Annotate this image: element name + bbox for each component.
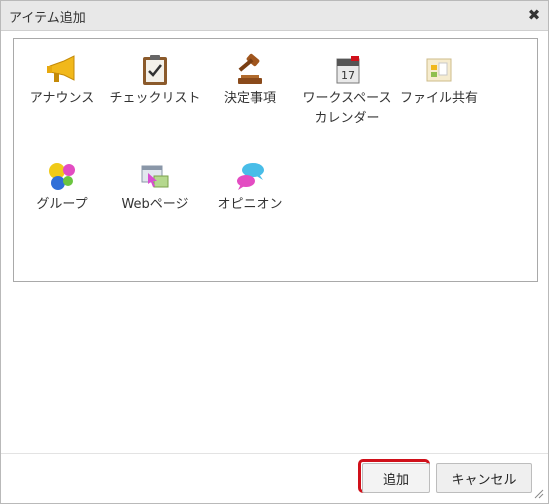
add-button[interactable]: 追加 [362,463,430,493]
close-icon[interactable]: ✖ [526,7,542,23]
item-label: オピニオン [217,197,283,212]
checklist-icon [143,55,167,85]
item-label: 決定事項 [223,91,276,106]
svg-text:17: 17 [341,69,355,82]
add-item-dialog: アイテム追加 ✖ アナウンス チェックリスト 決定事項 17 ワークスペースカレ… [0,0,549,504]
cancel-button[interactable]: キャンセル [436,463,532,493]
webpage-icon [141,165,169,188]
item-checklist[interactable]: チェックリスト [109,53,201,109]
item-announcement[interactable]: アナウンス [16,53,108,109]
item-file-share[interactable]: ファイル共有 [393,53,485,109]
item-webpage[interactable]: Webページ [109,159,201,215]
dialog-title: アイテム追加 [9,11,86,26]
item-label: チェックリスト [109,91,201,106]
item-label: アナウンス [29,91,95,106]
item-workspace-calendar[interactable]: 17 ワークスペースカレンダー [301,53,393,129]
item-group[interactable]: グループ [16,159,108,215]
calendar-icon: 17 [336,56,360,84]
resize-grip-icon[interactable] [532,487,544,499]
item-label: グループ [36,197,88,212]
megaphone-icon [47,55,75,82]
item-label: Webページ [121,197,189,212]
folder-icon [426,58,452,82]
item-opinion[interactable]: オピニオン [204,159,296,215]
gavel-icon [238,53,262,84]
item-decision[interactable]: 決定事項 [204,53,296,109]
footer-divider [1,453,548,454]
speech-bubble-icon [237,163,264,190]
item-palette: アナウンス チェックリスト 決定事項 17 ワークスペースカレンダー ファイル共… [13,38,538,282]
group-icon [49,163,75,190]
item-label: ファイル共有 [399,91,478,106]
item-label: ワークスペースカレンダー [302,91,392,126]
dialog-titlebar[interactable]: アイテム追加 ✖ [1,1,548,31]
